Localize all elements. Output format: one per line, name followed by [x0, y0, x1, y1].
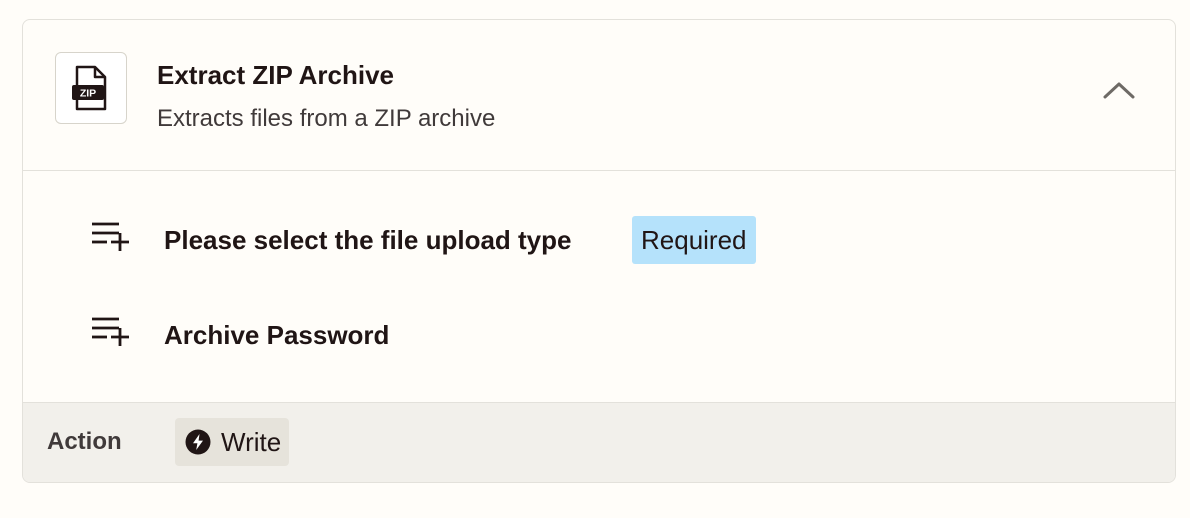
zip-icon-text: ZIP [80, 88, 96, 100]
app-title: Extract ZIP Archive [157, 60, 394, 90]
card-header[interactable]: ZIP Extract ZIP Archive Extracts files f… [23, 20, 1175, 171]
field-row-archive-password[interactable]: Archive Password [23, 305, 1175, 365]
collapse-button[interactable] [1093, 70, 1145, 110]
field-row-upload-type[interactable]: Please select the file upload type Requi… [23, 210, 1175, 270]
chevron-up-icon [1103, 82, 1135, 99]
action-label: Action [47, 428, 122, 455]
field-label: Please select the file upload type [164, 225, 572, 255]
lightning-bolt-icon [185, 429, 211, 455]
app-subtitle: Extracts files from a ZIP archive [157, 105, 496, 132]
action-type-label: Write [221, 426, 282, 457]
zip-file-icon: ZIP [55, 52, 127, 124]
add-field-icon [92, 222, 129, 251]
field-label: Archive Password [164, 320, 390, 350]
card-footer: Action Write [23, 402, 1175, 482]
required-badge: Required [632, 216, 756, 264]
add-field-icon [92, 317, 129, 346]
action-card: ZIP Extract ZIP Archive Extracts files f… [22, 19, 1176, 483]
action-type-badge: Write [175, 418, 290, 466]
